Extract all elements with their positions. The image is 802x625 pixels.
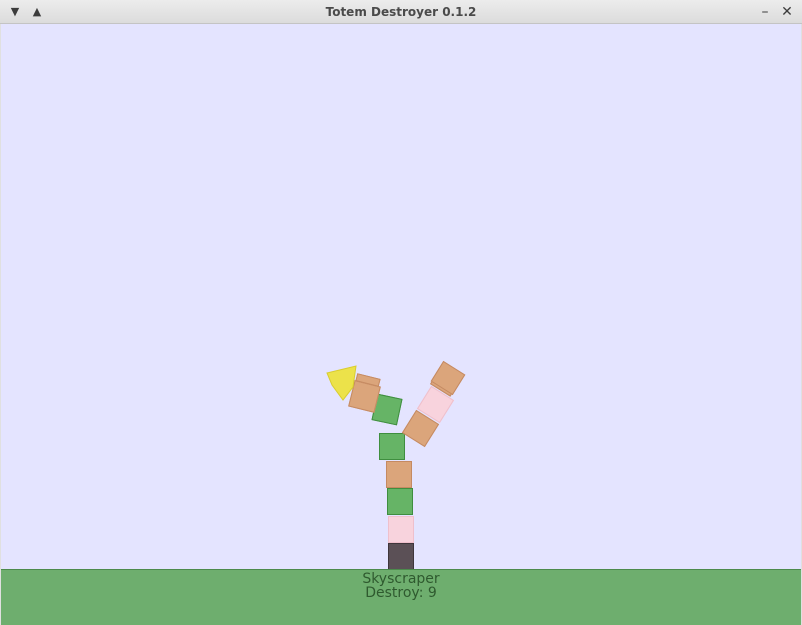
- ground: Skyscraper Destroy: 9: [1, 569, 801, 625]
- solid-block: [379, 433, 405, 460]
- window-title: Totem Destroyer 0.1.2: [325, 5, 477, 19]
- destructible-block[interactable]: [386, 461, 412, 488]
- destroy-counter: Destroy: 9: [365, 585, 437, 601]
- close-icon[interactable]: ✕: [778, 3, 796, 21]
- destructible-block[interactable]: [388, 516, 414, 543]
- indestructible-block: [388, 543, 414, 570]
- minimize-icon[interactable]: –: [756, 3, 774, 21]
- title-bar[interactable]: ▼ ▲ Totem Destroyer 0.1.2 – ✕: [0, 0, 802, 24]
- totem-idol: [326, 365, 357, 401]
- solid-block: [387, 488, 413, 515]
- level-name: Skyscraper: [362, 571, 440, 587]
- game-window: ▼ ▲ Totem Destroyer 0.1.2 – ✕ Skyscraper…: [0, 0, 802, 625]
- game-canvas[interactable]: Skyscraper Destroy: 9: [1, 24, 801, 625]
